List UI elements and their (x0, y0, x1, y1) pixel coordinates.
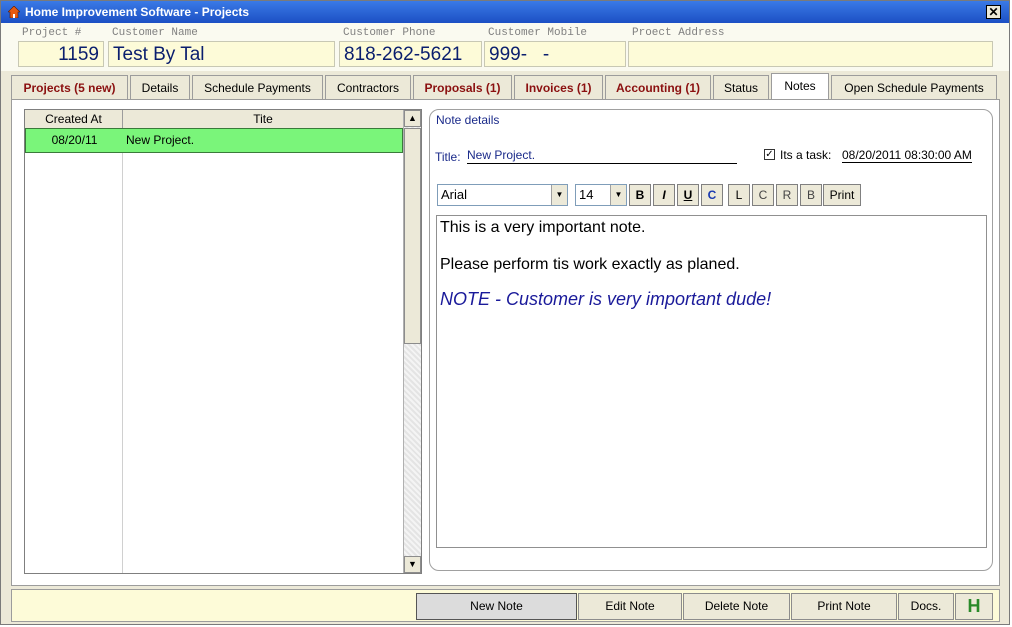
docs-button[interactable]: Docs. (898, 593, 954, 620)
tab-open-schedule-payments[interactable]: Open Schedule Payments (831, 75, 997, 100)
print-format-button[interactable]: Print (823, 184, 861, 206)
notes-list[interactable]: Created At Tite 08/20/11 New Project. ▲ … (24, 109, 422, 574)
customer-mobile-field: Customer Mobile 999- - (484, 27, 626, 67)
close-icon[interactable]: ✕ (986, 5, 1001, 19)
font-family-value: Arial (441, 187, 468, 202)
tab-accounting[interactable]: Accounting (1) (605, 75, 711, 100)
notes-list-header: Created At Tite (25, 110, 403, 129)
task-date-input[interactable]: 08/20/2011 08:30:00 AM (842, 148, 972, 163)
action-bar: New Note Edit Note Delete Note Print Not… (11, 589, 1000, 622)
tab-bar: Projects (5 new) Details Schedule Paymen… (11, 73, 1000, 101)
customer-mobile-label: Customer Mobile (488, 27, 588, 39)
note-details-heading: Note details (436, 113, 500, 127)
table-row[interactable]: 08/20/11 New Project. (25, 128, 403, 153)
project-header: Project # 1159 Customer Name Test By Tal… (1, 23, 1009, 71)
customer-name-field: Customer Name Test By Tal (108, 27, 335, 67)
project-address-value[interactable] (628, 41, 993, 67)
tab-details[interactable]: Details (130, 75, 190, 100)
align-left-button[interactable]: L (728, 184, 750, 206)
row-title: New Project. (126, 133, 195, 147)
italic-button[interactable]: I (653, 184, 675, 206)
font-size-select[interactable]: 14 ▼ (575, 184, 627, 206)
underline-button[interactable]: U (677, 184, 699, 206)
project-number-label: Project # (22, 27, 82, 39)
align-center-button[interactable]: C (752, 184, 774, 206)
notes-tab-content: Created At Tite 08/20/11 New Project. ▲ … (11, 99, 1000, 586)
customer-phone-field: Customer Phone 818-262-5621 (339, 27, 482, 67)
note-paragraph: Please perform tis work exactly as plane… (440, 256, 740, 273)
is-task-label: Its a task: (780, 148, 832, 162)
font-family-select[interactable]: Arial ▼ (437, 184, 568, 206)
customer-name-value[interactable]: Test By Tal (108, 41, 335, 67)
color-button[interactable]: C (701, 184, 723, 206)
project-address-label: Proect Address (632, 27, 725, 39)
note-title-input[interactable]: New Project. (467, 148, 737, 164)
window-title: Home Improvement Software - Projects (25, 5, 250, 19)
tab-schedule-payments[interactable]: Schedule Payments (192, 75, 323, 100)
app-window: Home Improvement Software - Projects ✕ P… (0, 0, 1010, 625)
project-number-value[interactable]: 1159 (18, 41, 104, 67)
note-title-label: Title: (435, 150, 461, 164)
is-task-checkbox[interactable]: ✓ (764, 149, 775, 160)
tab-invoices[interactable]: Invoices (1) (514, 75, 603, 100)
edit-note-button[interactable]: Edit Note (578, 593, 682, 620)
scroll-thumb[interactable] (404, 128, 421, 344)
chevron-down-icon[interactable]: ▼ (551, 185, 567, 205)
tab-contractors[interactable]: Contractors (325, 75, 411, 100)
tab-proposals[interactable]: Proposals (1) (413, 75, 512, 100)
customer-mobile-value[interactable]: 999- - (484, 41, 626, 67)
bold-button[interactable]: B (629, 184, 651, 206)
tab-projects[interactable]: Projects (5 new) (11, 75, 128, 100)
row-created-at: 08/20/11 (51, 133, 98, 147)
title-bar[interactable]: Home Improvement Software - Projects ✕ (1, 1, 1009, 23)
column-divider (122, 128, 123, 573)
delete-note-button[interactable]: Delete Note (683, 593, 790, 620)
customer-phone-label: Customer Phone (343, 27, 436, 39)
scroll-down-icon[interactable]: ▼ (404, 556, 421, 573)
bullet-button[interactable]: B (800, 184, 822, 206)
help-button[interactable]: H (955, 593, 993, 620)
note-body-editor[interactable]: This is a very important note. Please pe… (436, 215, 987, 548)
note-details-panel: Note details Title: New Project. ✓ Its a… (429, 109, 993, 571)
column-created-at[interactable]: Created At (25, 110, 123, 128)
app-house-icon (8, 6, 20, 18)
new-note-button[interactable]: New Note (416, 593, 577, 620)
align-right-button[interactable]: R (776, 184, 798, 206)
note-paragraph: NOTE - Customer is very important dude! (440, 289, 772, 309)
column-title[interactable]: Tite (123, 110, 403, 128)
print-note-button[interactable]: Print Note (791, 593, 897, 620)
scroll-up-icon[interactable]: ▲ (404, 110, 421, 127)
note-paragraph: This is a very important note. (440, 219, 646, 236)
font-size-value: 14 (579, 187, 594, 202)
chevron-down-icon[interactable]: ▼ (610, 185, 626, 205)
customer-phone-value[interactable]: 818-262-5621 (339, 41, 482, 67)
notes-list-scrollbar[interactable]: ▲ ▼ (403, 110, 421, 573)
tab-notes[interactable]: Notes (771, 73, 829, 101)
project-address-field: Proect Address (628, 27, 993, 67)
project-number-field: Project # 1159 (18, 27, 104, 67)
customer-name-label: Customer Name (112, 27, 198, 39)
tab-status[interactable]: Status (713, 75, 769, 100)
